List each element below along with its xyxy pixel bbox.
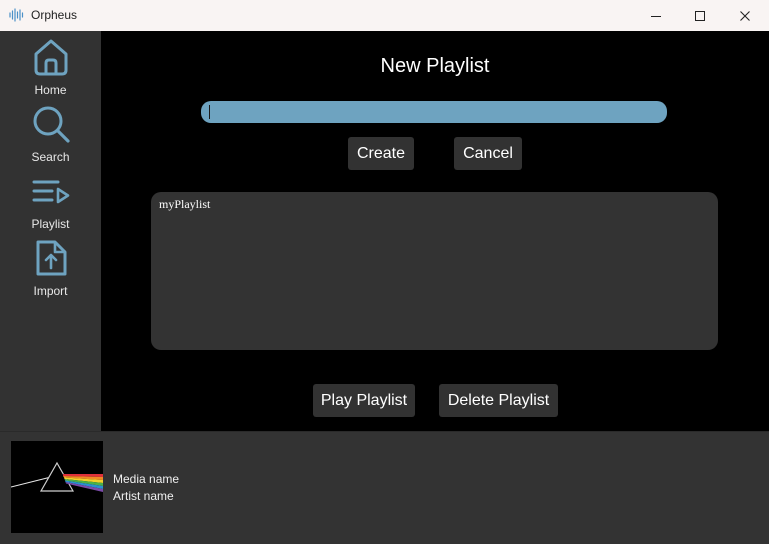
- app-window: Orpheus Home Search Playlist Import New …: [0, 0, 769, 544]
- sidebar-item-home[interactable]: Home: [0, 33, 101, 99]
- album-art: [10, 441, 103, 533]
- minimize-icon: [651, 15, 661, 17]
- maximize-icon: [695, 10, 705, 21]
- page-title: New Playlist: [380, 55, 490, 77]
- create-button[interactable]: Create: [348, 137, 414, 170]
- app-logo-icon: [9, 8, 24, 22]
- delete-playlist-button[interactable]: Delete Playlist: [439, 384, 558, 417]
- now-playing-bar: Media name Artist name: [0, 431, 769, 544]
- import-file-icon: [36, 240, 67, 276]
- maximize-button[interactable]: [677, 0, 723, 31]
- sidebar-item-playlist[interactable]: Playlist: [0, 167, 101, 233]
- main-panel: New Playlist Create Cancel myPlaylist Pl…: [101, 31, 769, 431]
- artist-name: Artist name: [113, 489, 174, 503]
- sidebar-item-label: Import: [33, 284, 68, 298]
- search-icon: [33, 106, 70, 143]
- sidebar-item-label: Home: [34, 83, 67, 97]
- text-caret: [209, 105, 210, 119]
- prism-album-art: [10, 441, 103, 533]
- sidebar-item-search[interactable]: Search: [0, 100, 101, 166]
- playlist-name-input[interactable]: [201, 101, 667, 123]
- playlist-list[interactable]: myPlaylist: [151, 192, 718, 350]
- sidebar: Home Search Playlist Import: [0, 31, 101, 431]
- cancel-button[interactable]: Cancel: [454, 137, 522, 170]
- close-button[interactable]: [722, 0, 768, 31]
- close-icon: [740, 10, 750, 21]
- sidebar-item-import[interactable]: Import: [0, 234, 101, 300]
- list-item[interactable]: myPlaylist: [159, 197, 210, 212]
- minimize-button[interactable]: [633, 0, 679, 31]
- sidebar-item-label: Playlist: [31, 217, 70, 231]
- title-bar[interactable]: Orpheus: [0, 0, 769, 31]
- window-title: Orpheus: [31, 8, 78, 22]
- home-icon: [34, 39, 68, 76]
- playlist-icon: [32, 180, 70, 204]
- sidebar-item-label: Search: [31, 150, 70, 164]
- play-playlist-button[interactable]: Play Playlist: [313, 384, 415, 417]
- media-name: Media name: [113, 472, 180, 486]
